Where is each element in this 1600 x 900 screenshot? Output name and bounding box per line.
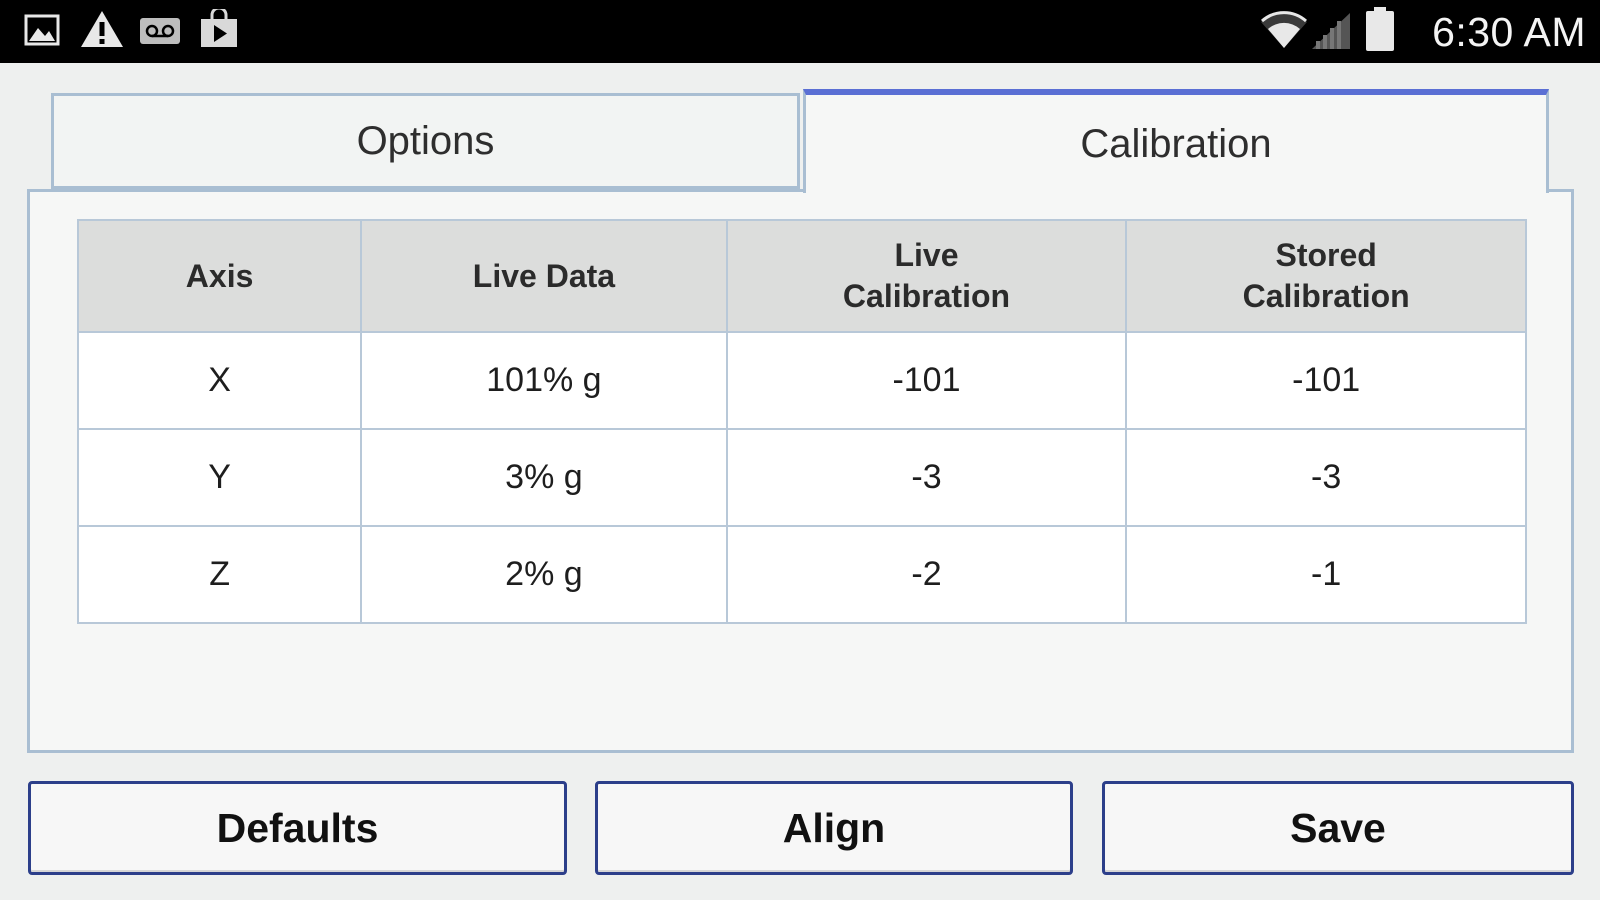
cell-stored-calibration: -101 xyxy=(1125,331,1527,430)
battery-icon xyxy=(1364,6,1396,57)
table-row: Y 3% g -3 -3 xyxy=(76,428,1527,527)
tab-options-label: Options xyxy=(356,118,495,163)
table-row: Z 2% g -2 -1 xyxy=(76,525,1527,624)
signal-icon xyxy=(1310,11,1352,56)
save-button-label: Save xyxy=(1290,804,1386,851)
table-row: X 101% g -101 -101 xyxy=(76,331,1527,430)
tab-calibration-label: Calibration xyxy=(1080,121,1272,166)
status-bar: 6:30 AM xyxy=(0,0,1600,63)
cell-axis: Y xyxy=(76,428,363,527)
cell-live-calibration: -3 xyxy=(725,428,1128,527)
header-live-calibration: Live Calibration xyxy=(725,219,1128,333)
voicemail-icon xyxy=(139,17,181,50)
defaults-button[interactable]: Defaults xyxy=(28,781,567,875)
header-axis: Axis xyxy=(76,219,363,333)
cell-live-calibration: -2 xyxy=(725,525,1128,624)
wifi-icon xyxy=(1259,10,1309,55)
cell-live-data: 101% g xyxy=(360,331,728,430)
cell-stored-calibration: -3 xyxy=(1125,428,1527,527)
align-button[interactable]: Align xyxy=(595,781,1073,875)
defaults-button-label: Defaults xyxy=(216,804,379,851)
header-live-data: Live Data xyxy=(360,219,728,333)
cell-stored-calibration: -1 xyxy=(1125,525,1527,624)
cell-live-data: 3% g xyxy=(360,428,728,527)
warning-icon xyxy=(80,9,124,54)
tab-options[interactable]: Options xyxy=(51,93,800,189)
cell-axis: Z xyxy=(76,525,363,624)
cell-live-calibration: -101 xyxy=(725,331,1128,430)
table-header-row: Axis Live Data Live Calibration Stored C… xyxy=(76,219,1527,333)
cell-axis: X xyxy=(76,331,363,430)
calibration-panel: Axis Live Data Live Calibration Stored C… xyxy=(27,189,1574,753)
save-button[interactable]: Save xyxy=(1102,781,1574,875)
clock-time: 6:30 AM xyxy=(1432,9,1586,55)
align-button-label: Align xyxy=(782,804,886,851)
header-stored-calibration: Stored Calibration xyxy=(1125,219,1527,333)
tab-calibration[interactable]: Calibration xyxy=(803,89,1549,193)
gallery-icon xyxy=(24,13,60,52)
cell-live-data: 2% g xyxy=(360,525,728,624)
play-store-icon xyxy=(198,6,240,54)
calibration-table: Axis Live Data Live Calibration Stored C… xyxy=(76,219,1527,624)
